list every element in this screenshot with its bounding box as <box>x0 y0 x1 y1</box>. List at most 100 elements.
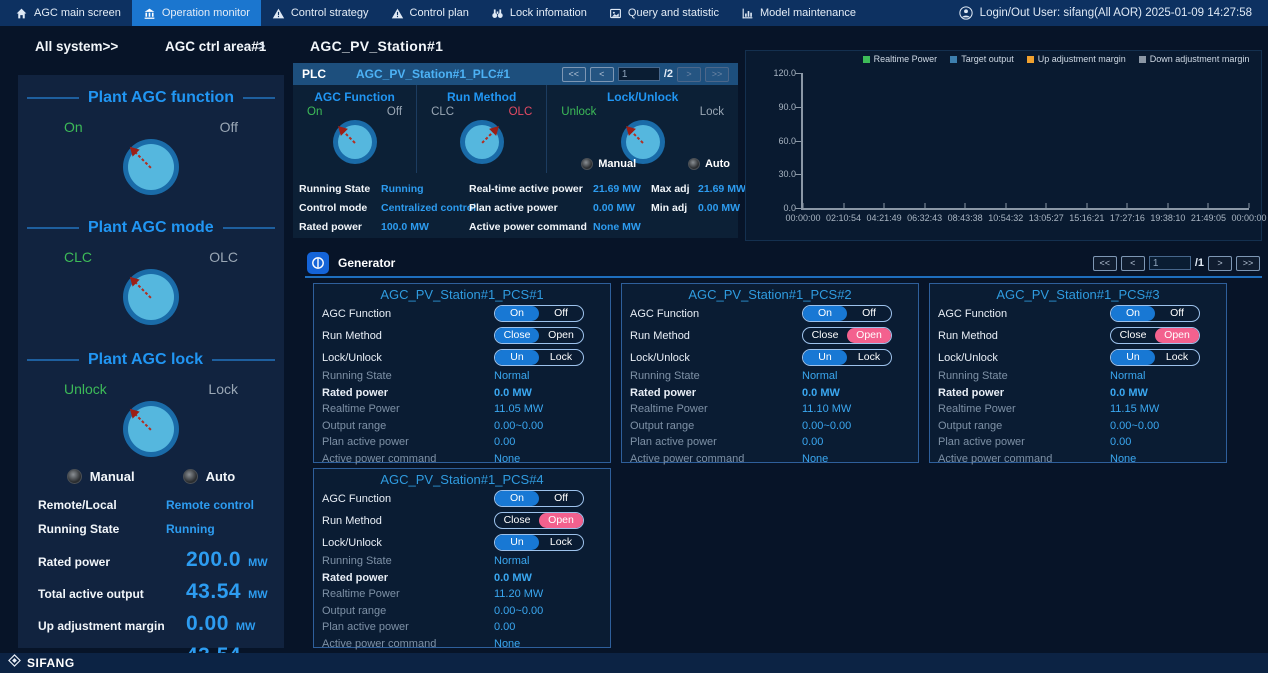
stat-label: Up adjustment margin <box>38 619 186 633</box>
card-value-row: Active power commandNone <box>322 451 602 468</box>
toggle-option[interactable]: Lock <box>847 350 891 365</box>
nav-item-lock-infomation[interactable]: Lock infomation <box>480 0 598 26</box>
next-page-button[interactable]: > <box>677 67 701 82</box>
toggle-option[interactable]: Off <box>1155 306 1199 321</box>
toggle-option[interactable]: Lock <box>539 350 583 365</box>
plc-header: PLC AGC_PV_Station#1_PLC#1 << < /2 > >> <box>293 63 738 85</box>
plc-manual-radio[interactable]: Manual <box>581 158 636 170</box>
toggle-option[interactable]: Un <box>495 350 539 365</box>
toggle-option[interactable]: On <box>1111 306 1155 321</box>
toggle-option[interactable]: Lock <box>539 535 583 550</box>
nav-item-operation-monitor[interactable]: Operation monitor <box>132 0 261 26</box>
first-page-button[interactable]: << <box>1093 256 1117 271</box>
user-session[interactable]: Login/Out User: sifang(All AOR) 2025-01-… <box>959 6 1268 20</box>
chart-icon <box>741 7 754 20</box>
card-field-value: 0.00~0.00 <box>1110 420 1159 432</box>
toggle-option[interactable]: Off <box>847 306 891 321</box>
manual-radio[interactable]: Manual <box>67 469 135 484</box>
run-method-toggle[interactable]: CloseOpen <box>494 512 584 529</box>
radio-icon[interactable] <box>183 469 198 484</box>
plant-agc-lock-knob[interactable] <box>123 401 179 457</box>
page-input[interactable] <box>618 67 660 81</box>
card-field-value: 0.0 MW <box>1110 387 1148 399</box>
lock-unlock-toggle[interactable]: UnLock <box>802 349 892 366</box>
card-toggle-row: AGC FunctionOnOff <box>322 303 602 324</box>
run-method-toggle[interactable]: CloseOpen <box>802 327 892 344</box>
knob-olc-label: OLC <box>509 106 533 118</box>
lock-unlock-toggle[interactable]: UnLock <box>494 534 584 551</box>
toggle-option[interactable]: Close <box>1111 328 1155 343</box>
agc-function-toggle[interactable]: OnOff <box>1110 305 1200 322</box>
card-field-value: None <box>802 453 828 465</box>
breadcrumb-all-system[interactable]: All system>> <box>35 39 118 54</box>
toggle-option[interactable]: On <box>495 306 539 321</box>
y-axis-tick-label: 90.0 <box>778 102 796 112</box>
plc-name[interactable]: AGC_PV_Station#1_PLC#1 <box>356 67 510 81</box>
toggle-option[interactable]: Un <box>495 535 539 550</box>
agc-function-toggle[interactable]: OnOff <box>802 305 892 322</box>
pcs-card: AGC_PV_Station#1_PCS#1AGC FunctionOnOffR… <box>313 283 611 463</box>
lock-unlock-toggle[interactable]: UnLock <box>1110 349 1200 366</box>
nav-item-query-and-statistic[interactable]: Query and statistic <box>598 0 730 26</box>
agc-function-toggle[interactable]: OnOff <box>494 305 584 322</box>
toggle-option[interactable]: Off <box>539 491 583 506</box>
last-page-button[interactable]: >> <box>705 67 729 82</box>
run-method-toggle[interactable]: CloseOpen <box>1110 327 1200 344</box>
last-page-button[interactable]: >> <box>1236 256 1260 271</box>
generator-pager: << < /1 > >> <box>1093 256 1260 271</box>
plc-agc-function-knob[interactable] <box>333 120 377 164</box>
toggle-option[interactable]: Un <box>1111 350 1155 365</box>
next-page-button[interactable]: > <box>1208 256 1232 271</box>
plant-sidebar: Plant AGC function On Off Plant AGC mode… <box>18 75 284 648</box>
x-axis-tick <box>1046 203 1047 208</box>
toggle-option[interactable]: Open <box>1155 328 1199 343</box>
x-axis-tick <box>884 203 885 208</box>
manual-radio-label: Manual <box>90 469 135 484</box>
plc-auto-radio[interactable]: Auto <box>688 158 730 170</box>
divider <box>212 359 275 361</box>
toggle-option[interactable]: Un <box>803 350 847 365</box>
toggle-option[interactable]: On <box>495 491 539 506</box>
toggle-option[interactable]: Close <box>803 328 847 343</box>
toggle-option[interactable]: Close <box>495 513 539 528</box>
plc-pager: << < /2 > >> <box>562 67 729 82</box>
nav-item-control-strategy[interactable]: Control strategy <box>261 0 380 26</box>
auto-radio[interactable]: Auto <box>183 469 236 484</box>
agc-function-toggle[interactable]: OnOff <box>494 490 584 507</box>
image-icon <box>609 7 622 20</box>
card-field-value: 0.0 MW <box>494 572 532 584</box>
radio-icon[interactable] <box>688 158 700 170</box>
toggle-option[interactable]: Off <box>539 306 583 321</box>
run-method-toggle[interactable]: CloseOpen <box>494 327 584 344</box>
toggle-option[interactable]: Open <box>539 513 583 528</box>
first-page-button[interactable]: << <box>562 67 586 82</box>
toggle-option[interactable]: Lock <box>1155 350 1199 365</box>
prev-page-button[interactable]: < <box>1121 256 1145 271</box>
card-field-label: Running State <box>322 370 494 382</box>
card-value-row: Running StateNormal <box>630 368 910 385</box>
nav-item-model-maintenance[interactable]: Model maintenance <box>730 0 867 26</box>
nav-item-control-plan[interactable]: Control plan <box>380 0 480 26</box>
toggle-option[interactable]: Open <box>539 328 583 343</box>
legend-swatch <box>1139 56 1146 63</box>
lock-unlock-toggle[interactable]: UnLock <box>494 349 584 366</box>
x-axis-tick <box>1208 203 1209 208</box>
nav-item-agc-main-screen[interactable]: AGC main screen <box>4 0 132 26</box>
breadcrumb-area[interactable]: AGC ctrl area#1 <box>165 39 266 54</box>
radio-icon[interactable] <box>581 158 593 170</box>
plc-lock-unlock-group: Lock/Unlock Unlock Lock Manual Auto <box>547 85 738 173</box>
plc-run-method-knob[interactable] <box>460 120 504 164</box>
toggle-option[interactable]: On <box>803 306 847 321</box>
legend-item: Down adjustment margin <box>1139 54 1250 64</box>
page-input[interactable] <box>1149 256 1191 270</box>
toggle-option[interactable]: Close <box>495 328 539 343</box>
radio-icon[interactable] <box>67 469 82 484</box>
x-axis-tick <box>1167 203 1168 208</box>
card-field-label: AGC Function <box>322 493 494 505</box>
plant-agc-function-knob[interactable] <box>123 139 179 195</box>
plant-agc-mode-knob[interactable] <box>123 269 179 325</box>
plc-stats: Running State Running Real-time active p… <box>299 183 736 233</box>
toggle-option[interactable]: Open <box>847 328 891 343</box>
stat-label: Plan active power <box>469 202 593 214</box>
prev-page-button[interactable]: < <box>590 67 614 82</box>
